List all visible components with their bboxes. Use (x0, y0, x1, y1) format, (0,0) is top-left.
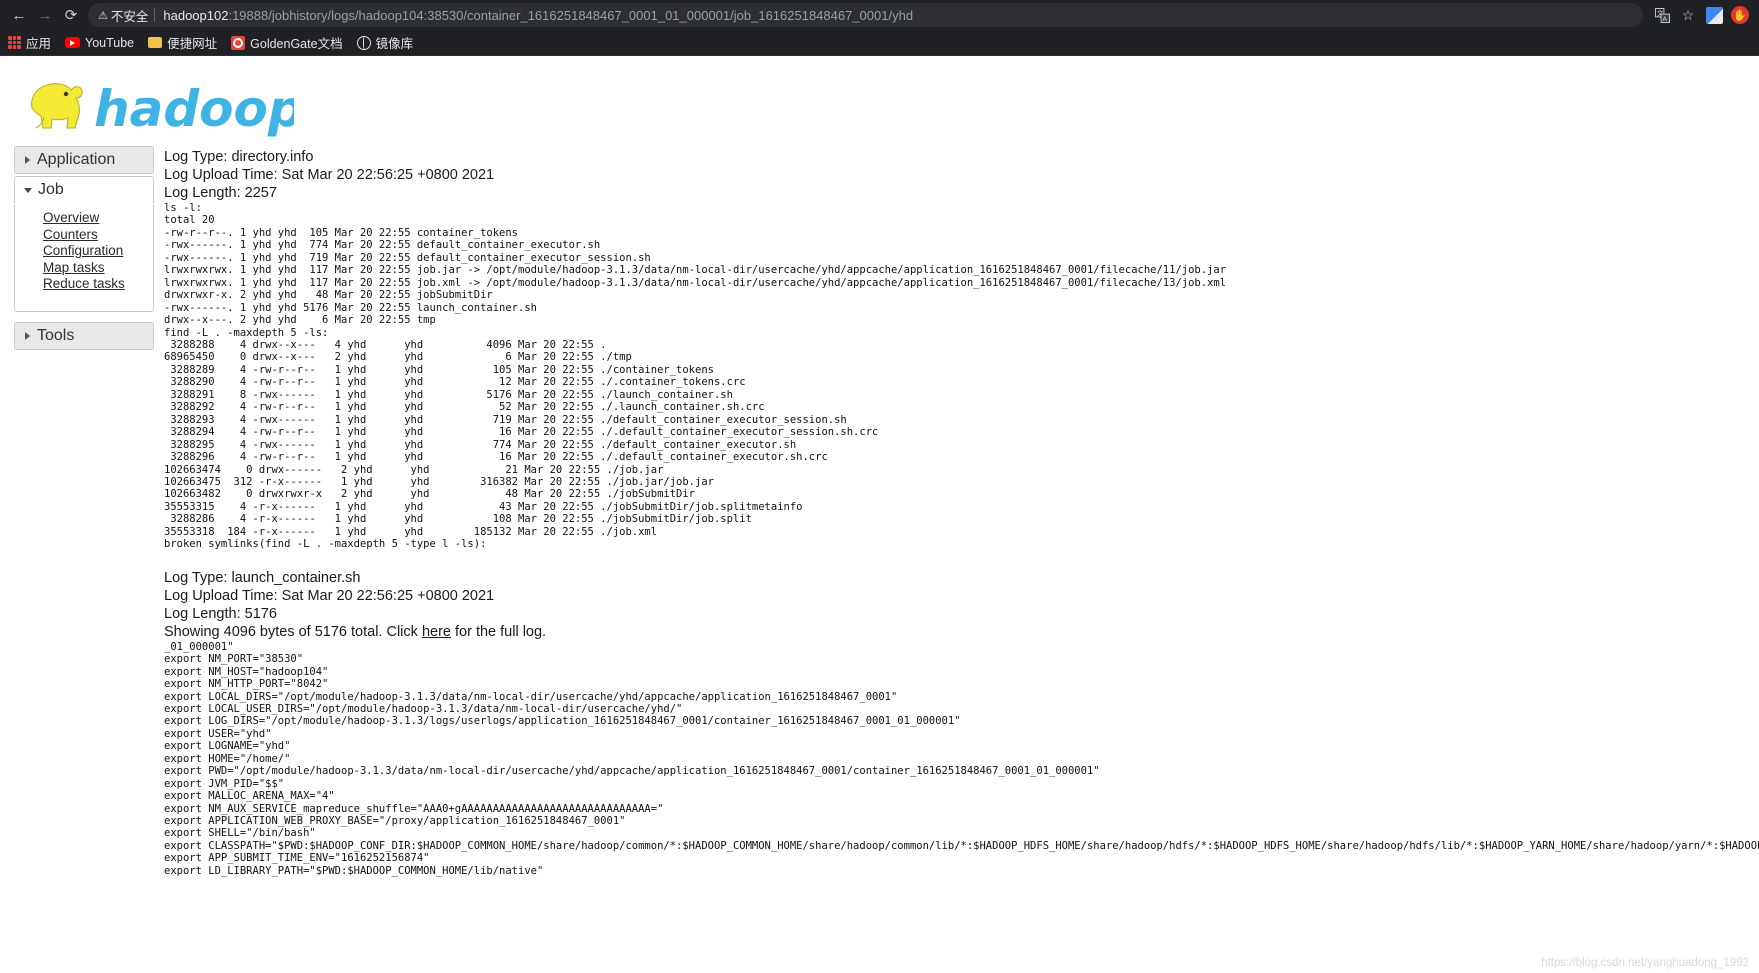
bookmark-label: 便捷网址 (167, 37, 218, 51)
goldengate-icon (231, 35, 246, 50)
log-upload-time: Log Upload Time: Sat Mar 20 22:56:25 +08… (164, 587, 495, 604)
log-block-directory-info: Log Type: directory.info Log Upload Time… (164, 148, 1759, 551)
folder-icon (148, 37, 163, 48)
bookmark-quicklinks[interactable]: 便捷网址 (148, 33, 217, 52)
chevron-down-icon (24, 187, 32, 193)
bookmark-label: YouTube (85, 35, 135, 50)
full-log-link[interactable]: here (422, 624, 451, 640)
hadoop-elephant-logo: hadoop (31, 80, 294, 138)
sidebar-item-reduce-tasks[interactable]: Reduce tasks (15, 276, 153, 293)
log-viewer: Log Type: directory.info Log Upload Time… (154, 142, 1759, 877)
sidebar-section-label: Application (37, 151, 116, 168)
url-path: :19888/jobhistory/logs/hadoop104:38530/c… (228, 7, 914, 23)
watermark: https://blog.csdn.net/yanghuadong_1992 (1541, 957, 1749, 969)
address-bar[interactable]: ⚠ 不安全 hadoop102 :19888/jobhistory/logs/h… (88, 3, 1643, 27)
hadoop-logo-header: hadoop (0, 56, 1759, 142)
sidebar-item-overview[interactable]: Overview (15, 210, 153, 227)
browser-chrome: ← → ⟳ ⚠ 不安全 hadoop102 :19888/jobhistory/… (0, 0, 1759, 56)
showing-suffix: for the full log. (450, 623, 547, 640)
sidebar-section-application[interactable]: Application (14, 146, 154, 174)
apps-grid-icon (8, 36, 21, 49)
log-upload-time: Log Upload Time: Sat Mar 20 22:56:25 +08… (164, 167, 495, 183)
bookmark-mirrors[interactable]: 镜像库 (356, 33, 414, 52)
globe-icon (356, 35, 371, 50)
hadoop-jobhistory-page: hadoop Application Job Overview Counters… (0, 56, 1759, 973)
page-content: Application Job Overview Counters Config… (0, 142, 1759, 877)
sidebar-job-links: Overview Counters Configuration Map task… (14, 205, 154, 312)
omnibox-divider (154, 8, 156, 22)
chevron-right-icon (25, 156, 30, 164)
youtube-icon (65, 37, 81, 48)
sidebar-section-label: Job (38, 181, 64, 198)
security-warning-label: 不安全 (110, 9, 149, 24)
bookmark-goldengate[interactable]: GoldenGate文档 (231, 33, 343, 52)
bookmark-label: 应用 (26, 37, 52, 51)
log-type: Log Type: launch_container.sh (164, 569, 361, 586)
log-length: Log Length: 2257 (164, 185, 277, 201)
url-host: hadoop102 (163, 7, 229, 23)
bookmark-label: GoldenGate文档 (250, 37, 343, 51)
google-translate-extension-icon[interactable] (1701, 2, 1727, 28)
star-icon[interactable]: ☆ (1675, 2, 1701, 28)
sidebar-item-configuration[interactable]: Configuration (15, 243, 153, 260)
bookmark-youtube[interactable]: YouTube (65, 36, 134, 50)
reload-icon[interactable]: ⟳ (58, 2, 84, 28)
log-body: _01_000001" export NM_PORT="38530" expor… (164, 640, 1759, 877)
profile-avatar-icon[interactable]: ✋ (1727, 2, 1753, 28)
log-separator (164, 551, 1759, 569)
log-block-launch-container: Log Type: launch_container.sh Log Upload… (164, 569, 1759, 878)
bookmark-apps[interactable]: 应用 (8, 33, 51, 52)
showing-prefix: Showing 4096 bytes of 5176 total. Click (164, 623, 422, 640)
warning-triangle-icon: ⚠ (98, 9, 108, 22)
sidebar-section-tools[interactable]: Tools (14, 321, 154, 350)
sidebar-section-label: Tools (37, 326, 75, 344)
sidebar-section-job[interactable]: Job (14, 176, 154, 203)
translate-icon[interactable]: 文 A (1649, 2, 1675, 28)
log-body: ls -l: total 20 -rw-r--r--. 1 yhd yhd 10… (164, 202, 1227, 551)
svg-text:hadoop: hadoop (94, 80, 294, 138)
sidebar-nav: Application Job Overview Counters Config… (14, 142, 154, 352)
log-length: Log Length: 5176 (164, 605, 277, 622)
back-arrow-icon[interactable]: ← (6, 2, 32, 28)
bookmarks-bar: 应用 YouTube 便捷网址 GoldenGate文档 镜像库 (0, 30, 1759, 56)
log-type: Log Type: directory.info (164, 149, 314, 165)
svg-text:A: A (1662, 15, 1667, 23)
sidebar-item-counters[interactable]: Counters (15, 227, 153, 244)
log-truncation-notice: Showing 4096 bytes of 5176 total. Click … (164, 623, 1759, 641)
forward-arrow-icon[interactable]: → (32, 2, 58, 28)
bookmark-label: 镜像库 (375, 37, 414, 51)
sidebar-item-map-tasks[interactable]: Map tasks (15, 260, 153, 277)
browser-toolbar: ← → ⟳ ⚠ 不安全 hadoop102 :19888/jobhistory/… (0, 0, 1759, 30)
chevron-right-icon (25, 331, 30, 340)
